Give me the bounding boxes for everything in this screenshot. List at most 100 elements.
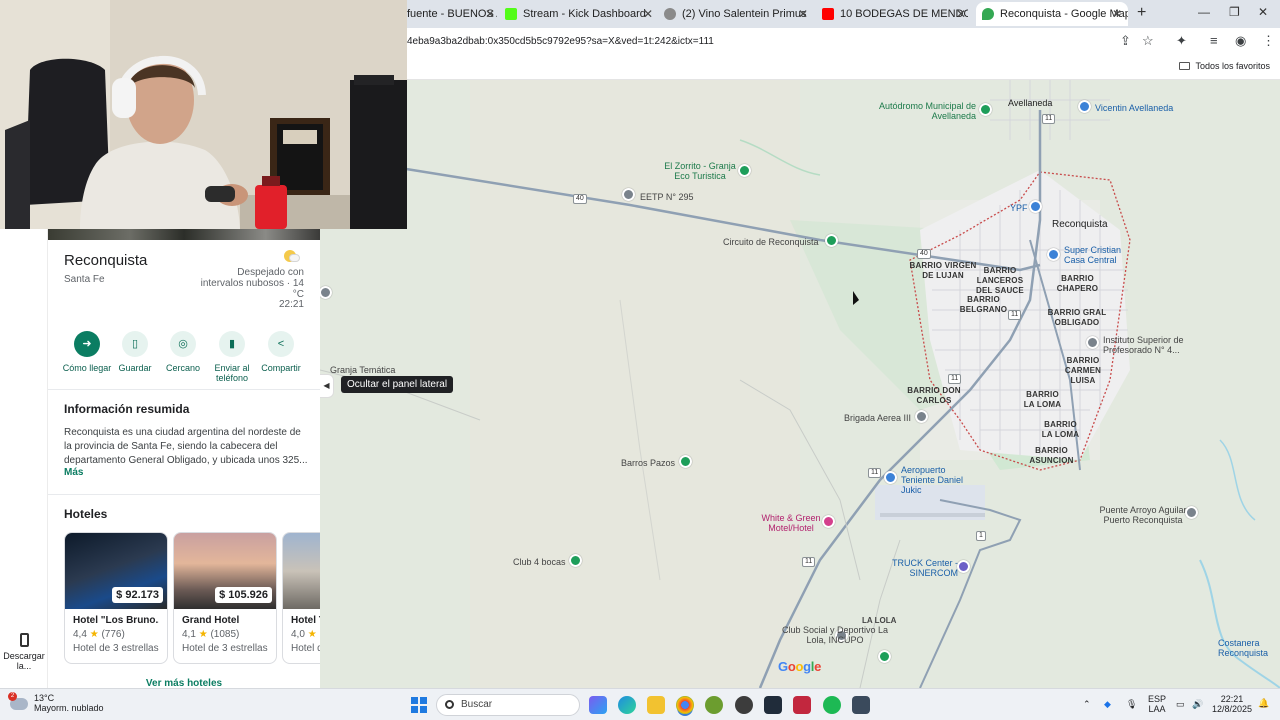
hotel-card[interactable]: Hotel Y 4,0 ★ Hotel d: [282, 532, 320, 664]
edge-icon[interactable]: [618, 696, 636, 714]
map-label-zorrito[interactable]: El Zorrito - Granja Eco Turistica: [660, 161, 740, 181]
language-indicator[interactable]: ESP LAA: [1146, 694, 1168, 714]
calculator-icon[interactable]: [852, 696, 870, 714]
close-tab-icon[interactable]: ✕: [1110, 7, 1124, 21]
maximize-icon[interactable]: ❐: [1229, 5, 1240, 19]
xbox-icon[interactable]: [705, 696, 723, 714]
place-title: Reconquista: [64, 252, 148, 269]
map-label-club-social[interactable]: Club Social y Deportivo La Lola, INCUPO: [775, 625, 895, 645]
map-label-don-carlos: BARRIO DON CARLOS: [907, 386, 961, 405]
more-hotels-link[interactable]: Ver más hoteles: [48, 678, 320, 688]
ypf-pin-icon[interactable]: [1029, 200, 1042, 213]
map-label-barros-pazos[interactable]: Barros Pazos: [621, 458, 675, 468]
install-app-icon[interactable]: ⇪: [1120, 33, 1131, 49]
spotify-icon[interactable]: [823, 696, 841, 714]
directions-button[interactable]: ➜ Cómo llegar: [62, 331, 112, 373]
map-label-costanera[interactable]: Costanera Reconquista: [1218, 638, 1280, 658]
network-icon[interactable]: ▭: [1176, 699, 1185, 709]
tab-kick[interactable]: Stream - Kick Dashboard ✕: [505, 2, 655, 26]
barros-pazos-pin-icon[interactable]: [679, 455, 692, 468]
clock[interactable]: 22:21 12/8/2025: [1210, 694, 1254, 714]
motel-pin-icon[interactable]: [822, 515, 835, 528]
chrome-icon[interactable]: [676, 696, 694, 714]
map-label-ypf[interactable]: YPF: [1010, 203, 1028, 213]
map-label-super-cristian[interactable]: Super Cristian Casa Central: [1064, 245, 1134, 265]
map-label-autodromo[interactable]: Autódromo Municipal de Avellaneda: [876, 101, 976, 121]
new-tab-icon[interactable]: +: [1137, 4, 1146, 22]
hotel-card[interactable]: $ 92.173 Hotel "Los Bruno... 4,4 ★ (776)…: [64, 532, 168, 664]
webcam-overlay: [0, 0, 407, 229]
map-label-white-green[interactable]: White & Green Motel/Hotel: [756, 513, 826, 533]
save-button[interactable]: ▯ Guardar: [110, 331, 160, 373]
profile-icon[interactable]: ◉: [1235, 33, 1246, 49]
extensions-icon[interactable]: ✦: [1176, 33, 1187, 49]
map-label-truck[interactable]: TRUCK Center - SINERCOM: [888, 558, 958, 578]
close-tab-icon[interactable]: ✕: [796, 7, 810, 21]
close-tab-icon[interactable]: ✕: [641, 7, 655, 21]
map-label-club4[interactable]: Club 4 bocas: [513, 557, 566, 567]
reading-list-icon[interactable]: ≡: [1210, 33, 1218, 48]
brigada-pin-icon[interactable]: [915, 410, 928, 423]
tab-fuente[interactable]: fuente - BUENOS A ✕: [407, 2, 497, 26]
map-label-brigada[interactable]: Brigada Aerea III: [844, 413, 911, 423]
zorrito-pin-icon[interactable]: [738, 164, 751, 177]
map-label-reconquista[interactable]: Reconquista: [1052, 220, 1108, 230]
close-tab-icon[interactable]: ✕: [954, 7, 968, 21]
notification-badge: 2: [8, 691, 17, 701]
volume-icon[interactable]: 🔊: [1192, 699, 1203, 709]
send-to-phone-button[interactable]: ▮ Enviar al teléfono: [207, 331, 257, 383]
incupo-pin-icon[interactable]: [878, 650, 891, 663]
map-label-eetp[interactable]: EETP N° 295: [640, 192, 693, 202]
nearby-button[interactable]: ◎ Cercano: [158, 331, 208, 373]
phone-icon: [19, 633, 29, 647]
defender-icon[interactable]: ◆: [1104, 699, 1111, 709]
video-editor-icon[interactable]: [793, 696, 811, 714]
map-label-vicentin[interactable]: Vicentin Avellaneda: [1095, 103, 1173, 113]
share-button[interactable]: < Compartir: [256, 331, 306, 373]
download-app-button[interactable]: Descargar la...: [2, 633, 46, 671]
place-photo[interactable]: [48, 229, 320, 240]
menu-dots-icon[interactable]: ⋮: [1262, 33, 1275, 49]
close-tab-icon[interactable]: ✕: [483, 7, 497, 21]
tab-bodegas[interactable]: 10 BODEGAS DE MENDOZA ✕: [822, 2, 968, 26]
all-favorites-button[interactable]: Todos los favoritos: [1179, 61, 1270, 71]
puente-pin-icon[interactable]: [1185, 506, 1198, 519]
tab-vino[interactable]: (2) Vino Salentein Primus Pinot ✕: [664, 2, 810, 26]
start-button[interactable]: [411, 697, 427, 713]
vicentin-pin-icon[interactable]: [1078, 100, 1091, 113]
weather-temp: 13°C: [34, 693, 55, 703]
minimize-icon[interactable]: —: [1198, 5, 1210, 19]
taskbar-search[interactable]: Buscar: [436, 694, 580, 716]
file-explorer-icon[interactable]: [647, 696, 665, 714]
media-app-icon[interactable]: [764, 696, 782, 714]
collapse-panel-button[interactable]: ◀: [320, 374, 334, 398]
airport-pin-icon[interactable]: [884, 471, 897, 484]
url-text[interactable]: 4eba9a3ba2dbab:0x350cd5b5c9792e95?sa=X&v…: [407, 36, 714, 47]
map-label-instituto[interactable]: Instituto Superior de Profesorado N° 4..…: [1103, 335, 1213, 355]
chevron-up-icon[interactable]: ⌃: [1083, 699, 1091, 709]
map-label-avellaneda[interactable]: Avellaneda: [1008, 98, 1052, 108]
circuito-pin-icon[interactable]: [825, 234, 838, 247]
copilot-icon[interactable]: [589, 696, 607, 714]
summary-more-link[interactable]: Más: [64, 467, 83, 478]
map-label-circuito[interactable]: Circuito de Reconquista: [723, 237, 819, 247]
autodromo-pin-icon[interactable]: [979, 103, 992, 116]
bookmark-star-icon[interactable]: ☆: [1142, 33, 1154, 49]
microphone-icon[interactable]: 🎙: [1126, 699, 1137, 709]
instituto-pin-icon[interactable]: [1086, 336, 1099, 349]
map-label-aeropuerto[interactable]: Aeropuerto Teniente Daniel Jukic: [901, 465, 971, 495]
obs-icon[interactable]: [735, 696, 753, 714]
map-label-puente[interactable]: Puente Arroyo Aguilar Puerto Reconquista: [1098, 505, 1188, 525]
map-canvas[interactable]: 40 40 11 11 11 11 11 1 Autódromo Municip…: [320, 80, 1280, 688]
weather-desc: Mayorm. nublado: [34, 703, 104, 713]
map-label-granja-tematica[interactable]: Granja Temática: [330, 365, 395, 375]
eetp-pin-icon[interactable]: [622, 188, 635, 201]
truck-pin-icon[interactable]: [957, 560, 970, 573]
weather-widget[interactable]: 2 13°C Mayorm. nublado: [8, 691, 104, 714]
super-cristian-pin-icon[interactable]: [1047, 248, 1060, 261]
notifications-icon[interactable]: 🔔: [1258, 698, 1269, 708]
tab-google-maps[interactable]: Reconquista - Google Maps ✕: [976, 2, 1128, 26]
close-window-icon[interactable]: ✕: [1258, 5, 1268, 19]
club4-pin-icon[interactable]: [569, 554, 582, 567]
hotel-card[interactable]: $ 105.926 Grand Hotel 4,1 ★ (1085) Hotel…: [173, 532, 277, 664]
